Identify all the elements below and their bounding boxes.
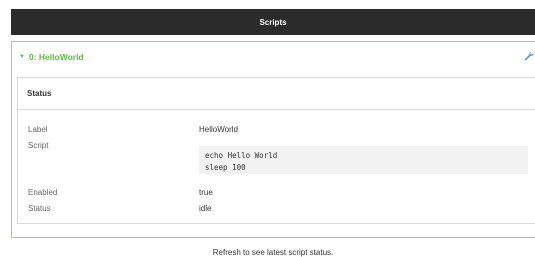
script-title[interactable]: 0: HelloWorld: [29, 52, 84, 62]
label-field-value: HelloWorld: [199, 125, 238, 134]
script-line: echo Hello World: [205, 151, 278, 160]
scripts-page: Scripts ▼ 0: HelloWorld Status Label Hel…: [0, 0, 535, 257]
wrench-icon[interactable]: [524, 50, 534, 62]
refresh-note: Refresh to see latest script status.: [212, 248, 334, 257]
triangle-down-icon[interactable]: ▼: [19, 54, 26, 60]
status-card: Status Label HelloWorld Script echo Hell…: [17, 77, 535, 224]
label-field-label: Label: [28, 125, 48, 134]
page-title-bar: Scripts: [11, 9, 535, 35]
status-card-header: Status: [18, 78, 535, 110]
page-title: Scripts: [259, 17, 287, 27]
script-panel: ▼ 0: HelloWorld Status Label HelloWorld …: [11, 41, 535, 238]
status-card-title: Status: [27, 89, 52, 98]
script-line: sleep 100: [205, 163, 246, 172]
enabled-field-label: Enabled: [28, 188, 58, 197]
status-field-label: Status: [28, 204, 51, 213]
script-code-block: echo Hello World sleep 100: [199, 146, 528, 174]
script-panel-header[interactable]: ▼ 0: HelloWorld: [12, 42, 535, 72]
enabled-field-value: true: [199, 188, 213, 197]
script-field-label: Script: [28, 141, 49, 150]
status-field-value: idle: [199, 204, 212, 213]
